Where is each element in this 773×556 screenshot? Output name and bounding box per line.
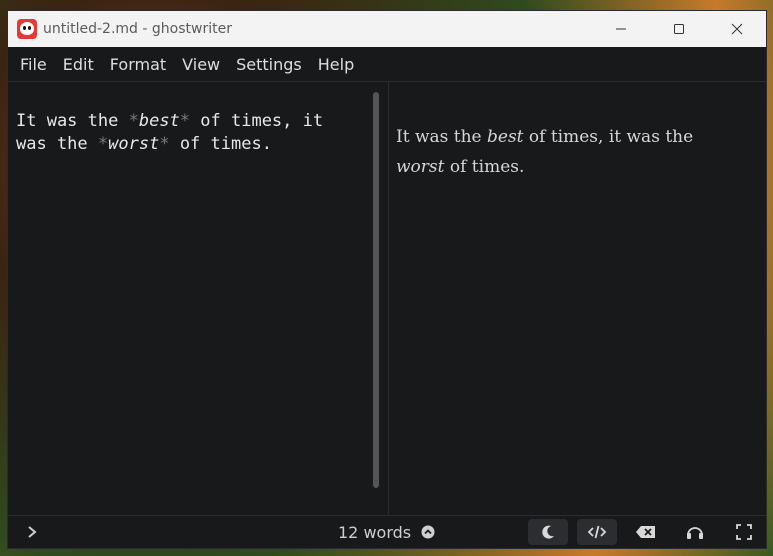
headphones-icon [687,527,703,539]
code-icon [587,525,607,539]
close-button[interactable] [708,11,766,47]
preview-text: It was the best of times, it was the wor… [396,122,746,182]
menu-format[interactable]: Format [102,55,174,74]
backspace-icon [636,526,655,538]
close-icon [731,23,743,35]
markdown-editor[interactable]: It was the *best* of times, it was the *… [8,82,389,515]
menu-settings[interactable]: Settings [228,55,310,74]
editor-emphasis-marker: * [128,111,139,131]
status-bar: 12 words [8,515,766,548]
fullscreen-icon [736,524,752,540]
preview-segment: of times, it was the [523,127,694,147]
menu-help[interactable]: Help [310,55,362,74]
chevron-up-circle-icon[interactable] [421,525,435,539]
html-preview: It was the best of times, it was the wor… [389,82,766,515]
minimize-button[interactable] [592,11,650,47]
editor-text[interactable]: It was the *best* of times, it was the *… [16,110,356,156]
menu-edit[interactable]: Edit [55,55,102,74]
ghostwriter-app-icon [17,19,37,39]
editor-panes: It was the *best* of times, it was the *… [8,82,766,515]
menu-bar: File Edit Format View Settings Help [8,47,766,82]
html-preview-button[interactable] [577,519,617,545]
word-count[interactable]: 12 words [338,523,411,542]
title-bar[interactable]: untitled-2.md - ghostwriter [8,11,766,47]
editor-scrollbar[interactable] [373,92,379,488]
editor-emphasis-marker: * [179,111,191,131]
distraction-free-audio-button[interactable] [675,519,715,545]
editor-emphasis-marker: * [97,134,109,154]
app-window: untitled-2.md - ghostwriter File Edit Fo… [7,10,767,549]
minimize-icon [616,28,626,30]
dark-mode-button[interactable] [528,519,568,545]
preview-segment: It was the [396,127,488,147]
maximize-icon [674,24,684,34]
preview-emphasis: worst [396,157,445,177]
editor-segment: It was the [16,111,129,131]
menu-view[interactable]: View [174,55,228,74]
preview-emphasis: best [487,127,524,147]
editor-emphasis-text: worst [108,134,160,154]
toggle-sidebar-button[interactable] [22,522,42,542]
editor-segment: of times. [169,134,272,154]
maximize-button[interactable] [650,11,708,47]
editor-emphasis-text: best [138,111,180,131]
menu-file[interactable]: File [12,55,55,74]
chevron-right-icon [28,526,37,538]
preview-segment: of times. [444,157,525,177]
window-title: untitled-2.md - ghostwriter [43,21,232,37]
editor-emphasis-marker: * [159,134,170,154]
fullscreen-button[interactable] [724,519,764,545]
hemingway-mode-button[interactable] [626,519,666,545]
moon-icon [542,525,554,539]
